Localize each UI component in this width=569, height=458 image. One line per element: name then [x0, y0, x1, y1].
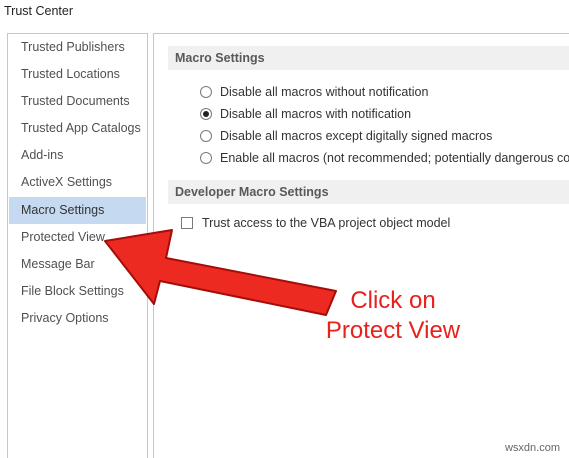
radio-label: Enable all macros (not recommended; pote…: [220, 151, 569, 165]
watermark: wsxdn.com: [504, 442, 560, 454]
radio-option-disable-with-notification[interactable]: Disable all macros with notification: [200, 105, 411, 123]
radio-label: Disable all macros without notification: [220, 85, 429, 99]
vba-access-checkbox[interactable]: [181, 217, 193, 229]
sidebar-item-macro-settings[interactable]: Macro Settings: [9, 197, 146, 224]
annotation-line-2: Protect View: [325, 317, 461, 344]
radio-label: Disable all macros with notification: [220, 107, 412, 121]
annotation-line-1: Click on: [350, 287, 436, 314]
window-title: Trust Center: [4, 4, 74, 18]
sidebar-item-trusted-publishers[interactable]: Trusted Publishers: [9, 34, 146, 61]
settings-panel: Macro Settings Disable all macros withou…: [153, 33, 569, 458]
annotation-callout: Click on Protect View: [298, 286, 488, 346]
radio-button-selected[interactable]: [200, 108, 212, 120]
sidebar-item-privacy-options[interactable]: Privacy Options: [9, 305, 146, 332]
sidebar-item-file-block-settings[interactable]: File Block Settings: [9, 278, 146, 305]
radio-button[interactable]: [200, 86, 212, 98]
sidebar-item-protected-view[interactable]: Protected View: [9, 224, 146, 251]
radio-option-disable-except-signed[interactable]: Disable all macros except digitally sign…: [200, 127, 492, 145]
sidebar-item-trusted-locations[interactable]: Trusted Locations: [9, 61, 146, 88]
sidebar-item-add-ins[interactable]: Add-ins: [9, 142, 146, 169]
sidebar-nav: Trusted Publishers Trusted Locations Tru…: [7, 33, 148, 458]
sidebar-item-trusted-app-catalogs[interactable]: Trusted App Catalogs: [9, 115, 146, 142]
radio-option-disable-without-notification[interactable]: Disable all macros without notification: [200, 83, 428, 101]
title-bar: Trust Center: [0, 0, 569, 28]
radio-label: Disable all macros except digitally sign…: [220, 129, 493, 143]
radio-button[interactable]: [200, 130, 212, 142]
sidebar-item-trusted-documents[interactable]: Trusted Documents: [9, 88, 146, 115]
developer-macro-settings-header: Developer Macro Settings: [168, 180, 569, 204]
sidebar-item-message-bar[interactable]: Message Bar: [9, 251, 146, 278]
macro-settings-header: Macro Settings: [168, 46, 569, 70]
radio-button[interactable]: [200, 152, 212, 164]
vba-access-label: Trust access to the VBA project object m…: [202, 216, 451, 230]
sidebar-item-activex-settings[interactable]: ActiveX Settings: [9, 169, 146, 196]
radio-option-enable-all[interactable]: Enable all macros (not recommended; pote…: [200, 149, 569, 167]
vba-access-option[interactable]: Trust access to the VBA project object m…: [181, 214, 450, 232]
